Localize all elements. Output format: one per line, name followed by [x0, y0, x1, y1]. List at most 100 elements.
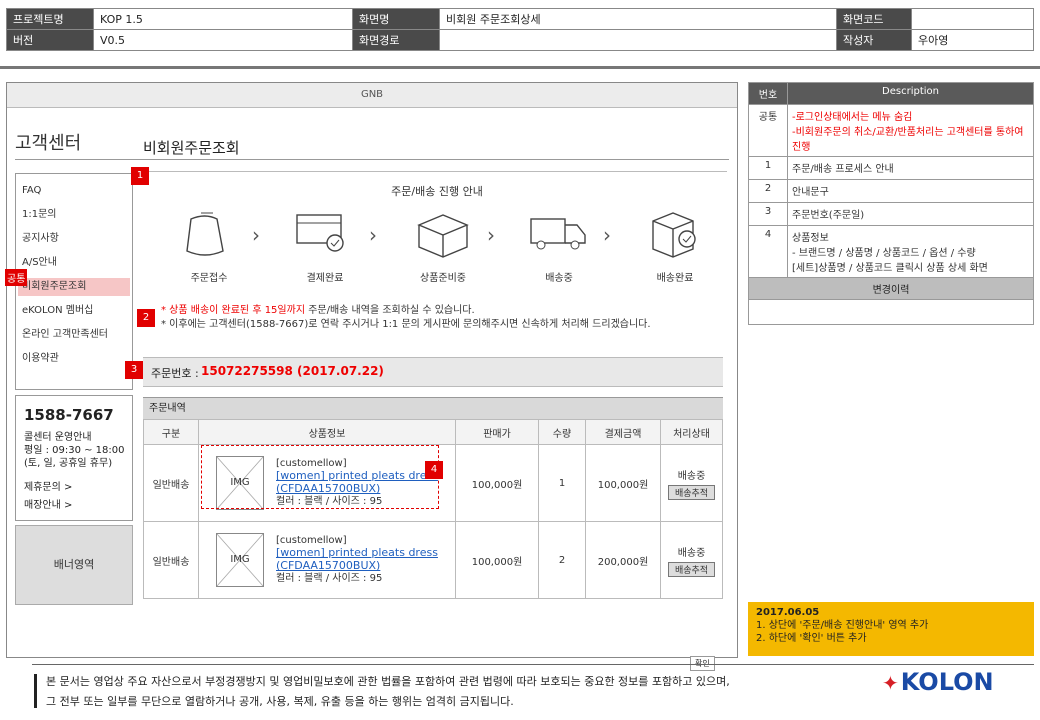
desc-line: -로그인상태에서는 메뉴 숨김	[792, 112, 913, 123]
version-value: V0.5	[93, 29, 353, 51]
step-payment	[283, 205, 367, 265]
code-value	[911, 8, 1034, 30]
sidebar-item-notice[interactable]: 공지사항	[22, 230, 130, 248]
kolon-mark-icon: ✦	[882, 671, 899, 695]
desc-line: 상품정보	[792, 233, 829, 244]
col-product: 상품정보	[198, 419, 456, 445]
desc-line: [세트]상품명 / 상품코드 클릭시 상품 상세 화면	[792, 263, 988, 274]
sidebar-item-faq[interactable]: FAQ	[22, 182, 130, 200]
step-label: 배송중	[545, 273, 573, 284]
desc-line: -비회원주문의 취소/교환/반품처리는 고객센터를 통하여 진행	[792, 127, 1024, 153]
sidebar-item-terms[interactable]: 이용약관	[22, 350, 130, 368]
sidebar-menu: FAQ 1:1문의 공지사항 A/S안내 비회원주문조회 eKOLON 멤버십 …	[15, 173, 133, 390]
chevron-right-icon: ›	[487, 223, 495, 247]
desc-head-no: 번호	[748, 82, 788, 105]
memo-line-1: 1. 상단에 '주문/배송 진행안내' 영역 추가	[756, 620, 929, 631]
guide-top-line	[143, 171, 727, 172]
desc-text: 상품정보 - 브랜드명 / 상품명 / 상품코드 / 옵션 / 수량 [세트]상품명…	[787, 225, 1034, 278]
product-code-link[interactable]: (CFDAA15700BUX)	[276, 559, 380, 572]
row-status-cell: 배송중배송추적	[660, 521, 723, 599]
project-value: KOP 1.5	[93, 8, 353, 30]
order-received-icon	[186, 212, 224, 256]
desc-text: 주문번호(주문일)	[787, 202, 1034, 226]
chevron-right-icon: ›	[252, 223, 260, 247]
product-image[interactable]: IMG	[216, 533, 264, 587]
marker-1: 1	[131, 167, 149, 185]
screen-frame: GNB 고객센터 비회원주문조회 FAQ 1:1문의 공지사항 A/S안내 비회…	[5, 82, 738, 658]
cs-phone: 1588-7667	[24, 406, 114, 424]
marker-3: 3	[125, 361, 143, 379]
desc-text: -로그인상태에서는 메뉴 숨김 -비회원주문의 취소/교환/반품처리는 고객센터를…	[787, 104, 1034, 157]
sidebar-title: 고객센터	[15, 133, 82, 154]
desc-no: 1	[748, 156, 788, 180]
col-status: 처리상태	[660, 419, 723, 445]
banner-area[interactable]: 배너영역	[15, 525, 133, 605]
code-label: 화면코드	[836, 8, 912, 30]
description-table: 번호 Description 공통 -로그인상태에서는 메뉴 숨김 -비회원주문의…	[748, 82, 1034, 325]
header-divider	[0, 66, 1040, 69]
memo-line-2: 2. 하단에 '확인' 버튼 추가	[756, 633, 867, 644]
partnership-link[interactable]: 제휴문의 >	[24, 478, 72, 493]
store-link[interactable]: 매장안내 >	[24, 496, 72, 511]
page-title: 비회원주문조회	[143, 139, 240, 157]
sidebar-item-membership[interactable]: eKOLON 멤버십	[22, 302, 130, 320]
row-qty: 1	[538, 444, 586, 522]
desc-line: - 브랜드명 / 상품명 / 상품코드 / 옵션 / 수량	[792, 248, 976, 259]
track-delivery-button[interactable]: 배송추적	[667, 561, 716, 577]
order-items-header: 주문내역	[143, 397, 723, 419]
sidebar-item-online-cs[interactable]: 온라인 고객만족센터	[22, 326, 130, 344]
row-price: 100,000원	[455, 444, 539, 522]
row-price: 100,000원	[455, 521, 539, 599]
step-label: 결제완료	[306, 273, 344, 284]
desc-no: 2	[748, 179, 788, 203]
notice-line-2: * 이후에는 고객센터(1588-7667)로 연락 주시거나 1:1 문의 게…	[161, 319, 651, 330]
kolon-logo-text: KOLON	[900, 668, 994, 696]
path-value	[439, 29, 837, 51]
box-icon	[417, 214, 469, 258]
col-total: 결제금액	[585, 419, 661, 445]
path-label: 화면경로	[352, 29, 440, 51]
desc-head-desc: Description	[787, 82, 1034, 105]
row-type: 일반배송	[143, 521, 199, 599]
desc-history-empty	[748, 299, 1034, 325]
order-number-label: 주문번호 :	[151, 367, 199, 380]
desc-no: 4	[748, 225, 788, 278]
desc-sub-header: 변경이력	[748, 277, 1034, 300]
author-value: 우아영	[911, 29, 1034, 51]
row-total: 100,000원	[585, 444, 661, 522]
step-label: 상품준비중	[420, 273, 466, 284]
step-label: 배송완료	[656, 273, 694, 284]
sidebar-item-inquiry[interactable]: 1:1문의	[22, 206, 130, 224]
confidentiality-notice: 본 문서는 영업상 주요 자산으로서 부정경쟁방지 및 영업비밀보호에 관한 법…	[46, 672, 730, 712]
sidebar-item-guest-order[interactable]: 비회원주문조회	[18, 278, 130, 296]
desc-no: 3	[748, 202, 788, 226]
step-preparing	[401, 205, 485, 265]
col-type: 구분	[143, 419, 199, 445]
order-number-value: 15072275598 (2017.07.22)	[201, 364, 384, 378]
col-price: 판매가	[455, 419, 539, 445]
document-meta-table: 프로젝트명 KOP 1.5 화면명 비회원 주문조회상세 화면코드 버전 V0.…	[6, 8, 1034, 51]
sidebar-item-as[interactable]: A/S안내	[22, 254, 130, 272]
marker-2: 2	[137, 309, 155, 327]
row-status: 배송중	[677, 547, 706, 559]
card-check-icon	[296, 214, 344, 252]
footer-accent-bar	[34, 674, 37, 708]
footer-line-1: 본 문서는 영업상 주요 자산으로서 부정경쟁방지 및 영업비밀보호에 관한 법…	[46, 675, 730, 688]
chevron-right-icon: ›	[603, 223, 611, 247]
desc-text: 안내문구	[787, 179, 1034, 203]
chevron-right-icon: ›	[369, 223, 377, 247]
desc-no: 공통	[748, 104, 788, 157]
notice-line-1: * 상품 배송이 완료된 후 15일까지 주문/배송 내역을 조회하실 수 있습…	[161, 301, 475, 316]
annotation-dashed-box	[201, 445, 439, 509]
author-label: 작성자	[836, 29, 912, 51]
screen-value: 비회원 주문조회상세	[439, 8, 837, 30]
row-total: 200,000원	[585, 521, 661, 599]
step-label: 주문접수	[190, 273, 228, 284]
track-delivery-button[interactable]: 배송추적	[667, 484, 716, 500]
step-delivered	[633, 205, 717, 265]
product-name-link[interactable]: [women] printed pleats dress	[276, 546, 438, 559]
table-row: 일반배송 IMG [customellow] [women] printed p…	[143, 521, 723, 599]
order-number-bar: 주문번호 : 15072275598 (2017.07.22)	[143, 357, 723, 387]
product-info: IMG [customellow] [women] printed pleats…	[198, 521, 456, 599]
guide-title: 주문/배송 진행 안내	[391, 185, 483, 198]
